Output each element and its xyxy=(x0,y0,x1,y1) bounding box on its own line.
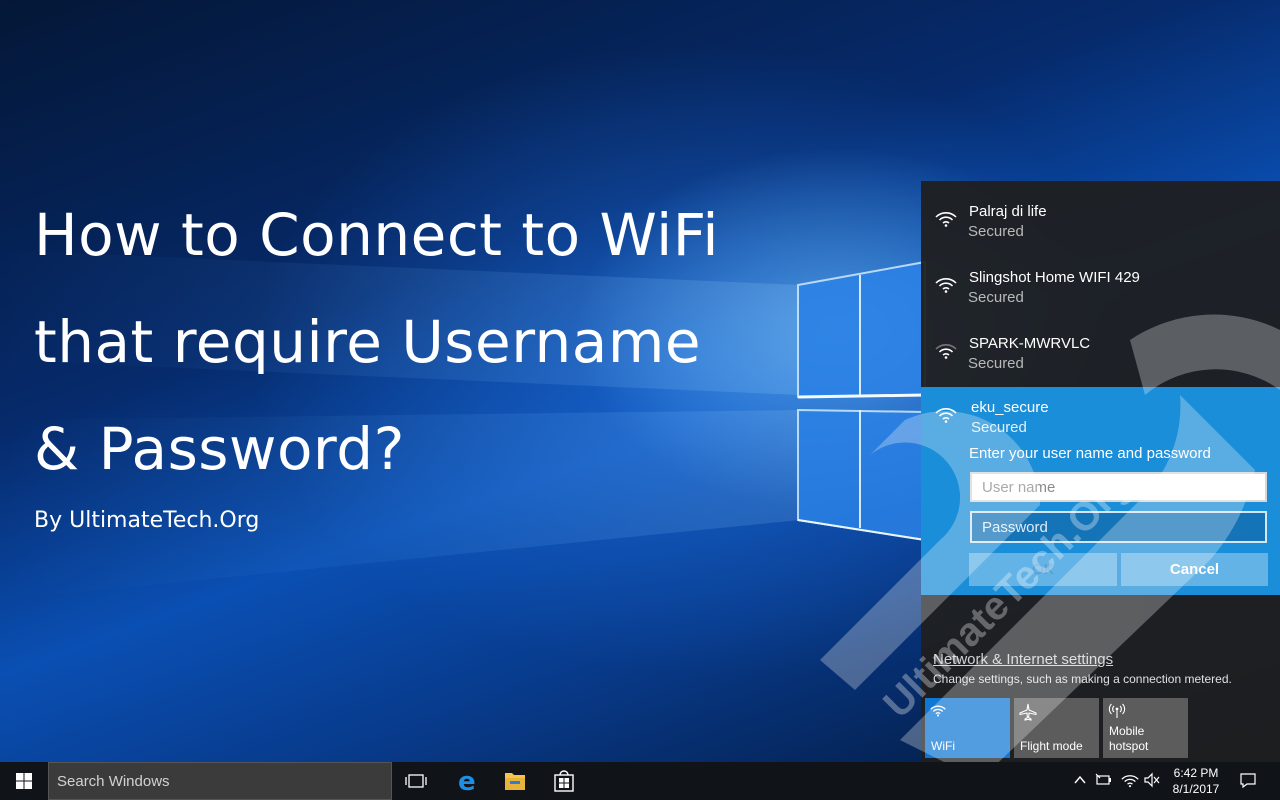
network-item-slingshot[interactable]: Slingshot Home WIFI 429 Secured xyxy=(921,247,1280,313)
quick-action-flight-mode[interactable]: Flight mode xyxy=(1014,698,1099,758)
network-status: Secured xyxy=(968,355,1024,372)
network-status: Secured xyxy=(968,223,1024,240)
folder-icon xyxy=(505,773,525,790)
quick-action-label: WiFi xyxy=(931,739,955,753)
quick-action-mobile-hotspot[interactable]: Mobile hotspot xyxy=(1103,698,1188,758)
network-settings-link[interactable]: Network & Internet settings xyxy=(933,651,1113,668)
network-tray-icon[interactable] xyxy=(1121,772,1139,788)
network-item-palraj[interactable]: Palraj di life Secured xyxy=(921,181,1280,247)
system-clock[interactable]: 6:42 PM 8/1/2017 xyxy=(1168,765,1224,797)
network-name: Slingshot Home WIFI 429 xyxy=(969,269,1140,286)
network-status: Secured xyxy=(968,289,1024,306)
credentials-prompt: Enter your user name and password xyxy=(969,445,1211,462)
headline-line-1: How to Connect to WiFi xyxy=(34,201,719,269)
quick-action-label: Flight mode xyxy=(1020,739,1083,753)
wifi-signal-icon xyxy=(935,278,957,293)
battery-plug-icon[interactable] xyxy=(1095,772,1113,788)
network-flyout: Palraj di life Secured Slingshot Home WI… xyxy=(921,181,1280,762)
headline-line-3: & Password? xyxy=(34,415,405,483)
cancel-button[interactable]: Cancel xyxy=(1121,553,1268,586)
search-box[interactable]: Search Windows xyxy=(48,762,392,800)
edge-button[interactable]: e xyxy=(443,766,491,797)
password-input[interactable] xyxy=(970,511,1267,543)
quick-action-wifi[interactable]: WiFi xyxy=(925,698,1010,758)
task-view-icon xyxy=(405,774,427,788)
network-name: Palraj di life xyxy=(969,203,1047,220)
wifi-signal-icon xyxy=(935,212,957,227)
wifi-signal-icon xyxy=(935,408,957,423)
clock-time: 6:42 PM xyxy=(1173,766,1219,780)
show-hidden-icons-chevron-icon[interactable] xyxy=(1072,772,1088,788)
network-name: eku_secure xyxy=(971,399,1049,416)
quick-action-label-line-2: hotspot xyxy=(1109,739,1149,753)
wifi-signal-icon xyxy=(935,344,957,359)
start-button[interactable] xyxy=(0,762,48,800)
network-settings-description: Change settings, such as making a connec… xyxy=(933,672,1232,686)
network-status: Secured xyxy=(971,419,1027,436)
svg-text:e: e xyxy=(458,767,476,796)
wifi-icon xyxy=(930,705,946,717)
quick-action-label: Mobile hotspot xyxy=(1109,724,1148,754)
store-bag-icon xyxy=(554,770,574,792)
taskbar: Search Windows e 6:42 PM 8/1/2017 xyxy=(0,762,1280,800)
username-input[interactable] xyxy=(970,472,1267,502)
quick-action-label-line-1: Mobile xyxy=(1109,724,1145,738)
hotspot-icon xyxy=(1108,703,1126,718)
byline: By UltimateTech.Org xyxy=(34,508,260,533)
task-view-button[interactable] xyxy=(392,766,440,796)
volume-muted-icon[interactable] xyxy=(1143,772,1161,788)
clock-date: 8/1/2017 xyxy=(1172,782,1220,796)
headline-line-2: that require Username xyxy=(34,308,702,376)
action-center-icon[interactable] xyxy=(1239,772,1257,788)
network-item-spark[interactable]: SPARK-MWRVLC Secured xyxy=(921,313,1280,379)
ok-button[interactable]: OK xyxy=(969,553,1117,586)
store-button[interactable] xyxy=(540,766,588,796)
network-name: SPARK-MWRVLC xyxy=(969,335,1091,352)
file-explorer-button[interactable] xyxy=(491,766,539,796)
network-item-eku-secure[interactable]: eku_secure Secured Enter your user name … xyxy=(921,387,1280,595)
airplane-icon xyxy=(1019,703,1037,721)
windows-start-icon xyxy=(16,773,32,789)
article-headline: How to Connect to WiFi that require User… xyxy=(34,182,794,503)
edge-browser-icon: e xyxy=(458,767,476,797)
